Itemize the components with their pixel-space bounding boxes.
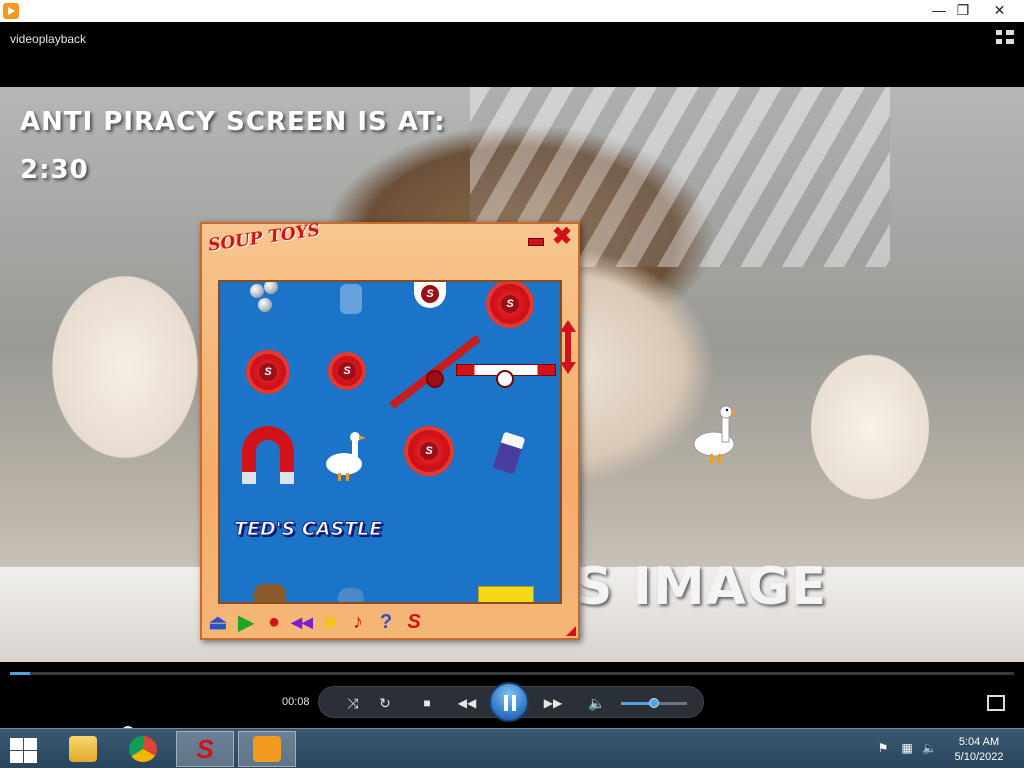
elapsed-time: 00:08 (282, 696, 310, 708)
chrome-icon (129, 736, 157, 762)
magnet-tips (242, 472, 294, 484)
video-title: videoplayback (10, 32, 87, 46)
overlay-text-line3: S IMAGE (575, 557, 828, 617)
media-player-icon (253, 736, 281, 762)
soup-minimize-button[interactable] (528, 238, 544, 246)
taskbar: S ⚑ ▦ 🔈 5:04 AM 5/10/2022 (0, 728, 1024, 768)
taskbar-chrome[interactable] (114, 731, 172, 767)
teddy-bear-icon[interactable] (254, 584, 286, 602)
glass-icon[interactable] (340, 284, 362, 314)
record-icon[interactable]: ● (262, 610, 286, 634)
resize-arrow-icon[interactable] (560, 320, 576, 374)
playback-controls: ⤨ ↻ ■ ◀◀ ▶▶ 🔈 (318, 682, 704, 722)
media-player: videoplayback ANTI PIRACY SCREEN IS AT: … (0, 22, 1024, 746)
pivot-icon[interactable] (496, 370, 514, 388)
spiky-ball-icon[interactable] (408, 430, 450, 472)
spiky-star-icon[interactable] (332, 356, 362, 386)
overlay-text-line2: 2:30 (20, 155, 89, 185)
play-icon[interactable]: ▶ (234, 610, 258, 634)
seek-bar[interactable] (10, 672, 1014, 675)
shuffle-button[interactable]: ⤨ (341, 691, 365, 715)
ball-icon[interactable] (264, 282, 278, 294)
eraser-icon[interactable] (492, 431, 526, 475)
taskbar-media-player[interactable] (238, 731, 296, 767)
soup-toys-logo: SOUP TOYS (207, 220, 322, 256)
volume-knob[interactable] (649, 698, 659, 708)
clock-date: 5/10/2022 (954, 751, 1004, 763)
pause-button[interactable] (489, 682, 529, 722)
switch-to-library-icon[interactable] (996, 30, 1014, 46)
soup-close-button[interactable]: ✖ (552, 225, 572, 249)
stop-button[interactable]: ■ (415, 691, 439, 715)
next-button[interactable]: ▶▶ (531, 691, 575, 715)
mute-button[interactable]: 🔈 (585, 691, 609, 715)
soup-toys-window[interactable]: SOUP TOYS ✖ S S S S S TED'S CASTLE ⏏ ▶ ●… (200, 220, 580, 640)
spiky-ball-icon[interactable] (490, 284, 530, 324)
network-icon[interactable]: ▦ (900, 741, 914, 755)
character-icon[interactable] (338, 588, 364, 602)
window-titlebar: — ❐ ✕ (0, 0, 1024, 22)
ball-icon[interactable] (250, 284, 264, 298)
speaker-icon[interactable]: 🔈 (922, 741, 937, 755)
soup-logo-icon[interactable]: S (402, 610, 426, 634)
previous-button[interactable]: ◀◀ (445, 691, 489, 715)
ball-icon[interactable] (258, 298, 272, 312)
start-button[interactable] (8, 737, 38, 763)
taskbar-file-explorer[interactable] (54, 731, 112, 767)
file-explorer-icon (69, 736, 97, 762)
help-icon[interactable]: ? (374, 610, 398, 634)
toy-playfield[interactable]: TED'S CASTLE (218, 280, 562, 604)
spiky-ball-icon[interactable] (250, 354, 286, 390)
taskbar-soup-toys[interactable]: S (176, 731, 234, 767)
yellow-block-icon[interactable] (478, 586, 534, 602)
soup-ball-icon[interactable] (422, 286, 438, 302)
volume-slider[interactable] (621, 698, 687, 708)
goose-icon[interactable] (690, 402, 738, 466)
pivot-icon[interactable] (426, 370, 444, 388)
mini-mode-icon[interactable] (987, 695, 1005, 711)
clock-time: 5:04 AM (958, 736, 1000, 748)
restore-button[interactable]: ❐ (948, 0, 978, 22)
action-center-icon[interactable]: ⚑ (876, 741, 890, 755)
media-player-icon (3, 3, 19, 19)
weight-icon[interactable]: ⏏ (206, 610, 230, 634)
music-note-icon[interactable]: ♪ (346, 610, 370, 634)
repeat-button[interactable]: ↻ (373, 691, 397, 715)
goose-icon[interactable] (324, 428, 368, 482)
soup-toolbar: ⏏ ▶ ● ◀◀ ■ ♪ ? S (206, 608, 578, 636)
rewind-icon[interactable]: ◀◀ (290, 610, 314, 634)
resize-grip[interactable] (566, 626, 576, 636)
system-clock[interactable]: 5:04 AM 5/10/2022 (944, 735, 1014, 765)
soup-toys-icon: S (196, 734, 214, 764)
seek-progress (10, 672, 31, 675)
close-button[interactable]: ✕ (975, 0, 1024, 22)
square-icon[interactable]: ■ (318, 610, 342, 634)
overlay-text-line1: ANTI PIRACY SCREEN IS AT: (20, 107, 446, 137)
level-title: TED'S CASTLE (233, 518, 383, 541)
